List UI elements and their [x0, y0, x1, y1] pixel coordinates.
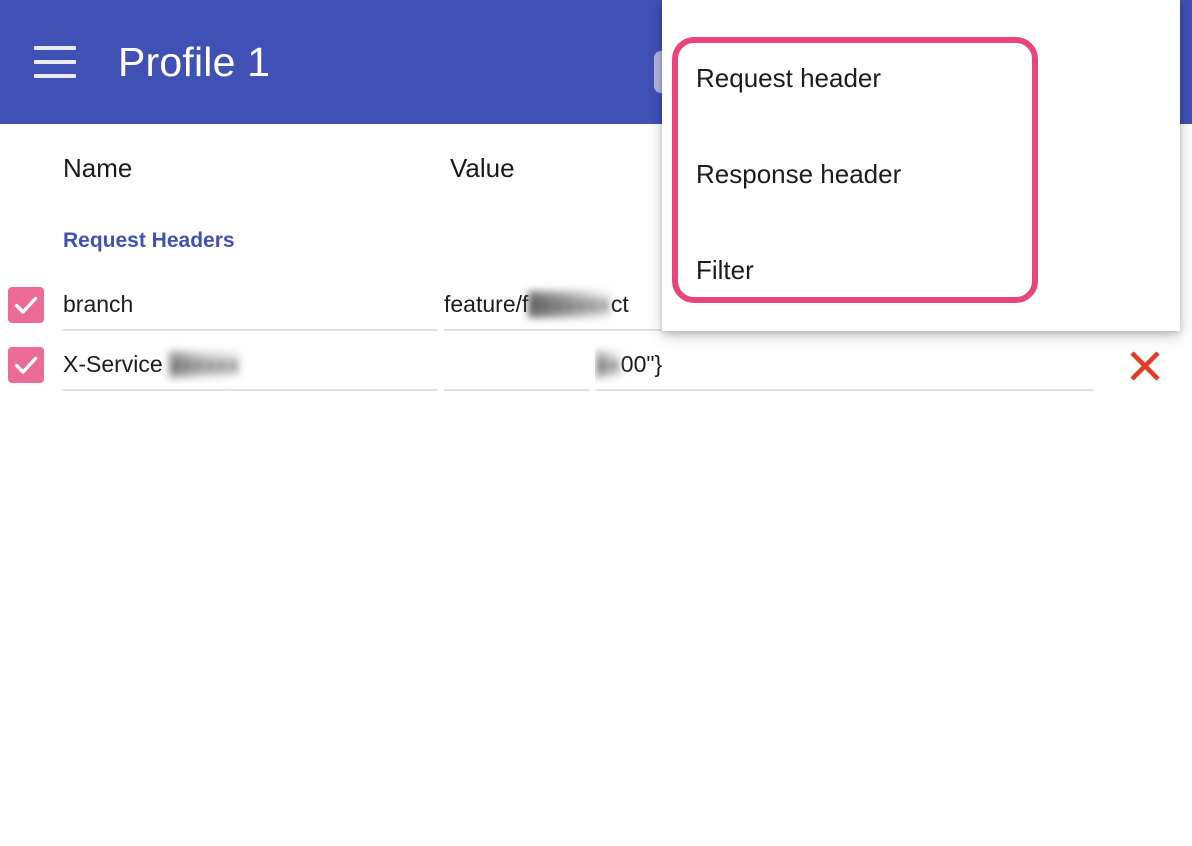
header-value-text: feature/fxxxxxxxct: [444, 290, 629, 318]
app-root: Profile 1 Name Value Request Headers bra…: [0, 0, 1192, 846]
row-enabled-checkbox[interactable]: [8, 287, 44, 323]
hamburger-line: [34, 74, 76, 78]
header-name-input[interactable]: X-Service xxxxxx: [63, 339, 438, 391]
dropdown-menu: Request header Response header Filter: [662, 0, 1180, 331]
name-prefix: X-Service: [63, 350, 163, 377]
menu-item-filter[interactable]: Filter: [696, 255, 754, 286]
close-x-icon: [1130, 351, 1160, 381]
row-enabled-checkbox[interactable]: [8, 347, 44, 383]
value-suffix: ct: [610, 290, 629, 317]
value-suffix: 00"}: [620, 350, 663, 377]
redacted-text: xxxxxx: [169, 350, 241, 378]
delete-row-button[interactable]: [1126, 347, 1164, 385]
header-value-input-part-b[interactable]: {"name":"pxxx xx00"}: [595, 339, 1093, 391]
header-name-input[interactable]: branch: [63, 279, 438, 331]
column-header-name: Name: [63, 153, 133, 183]
header-name-text: X-Service xxxxxx: [63, 350, 241, 378]
menu-item-response-header[interactable]: Response header: [696, 159, 901, 190]
hamburger-menu-icon[interactable]: [34, 46, 76, 78]
column-header-value: Value: [450, 153, 515, 183]
menu-item-request-header[interactable]: Request header: [696, 63, 881, 94]
hamburger-line: [34, 46, 76, 50]
header-name-text: branch: [63, 290, 134, 317]
header-value-input-part-a[interactable]: [444, 339, 589, 391]
redacted-text: xxxxxxx: [528, 290, 611, 318]
header-value-text: {"name":"pxxx xx00"}: [595, 350, 663, 378]
page-title: Profile 1: [118, 38, 271, 85]
group-label-request-headers: Request Headers: [63, 229, 235, 252]
table-row: X-Service xxxxxx {"name":"pxxx xx00"}: [0, 339, 1192, 399]
value-prefix: feature/f: [444, 290, 529, 317]
hamburger-line: [34, 60, 76, 64]
redacted-text: xx: [595, 350, 621, 378]
